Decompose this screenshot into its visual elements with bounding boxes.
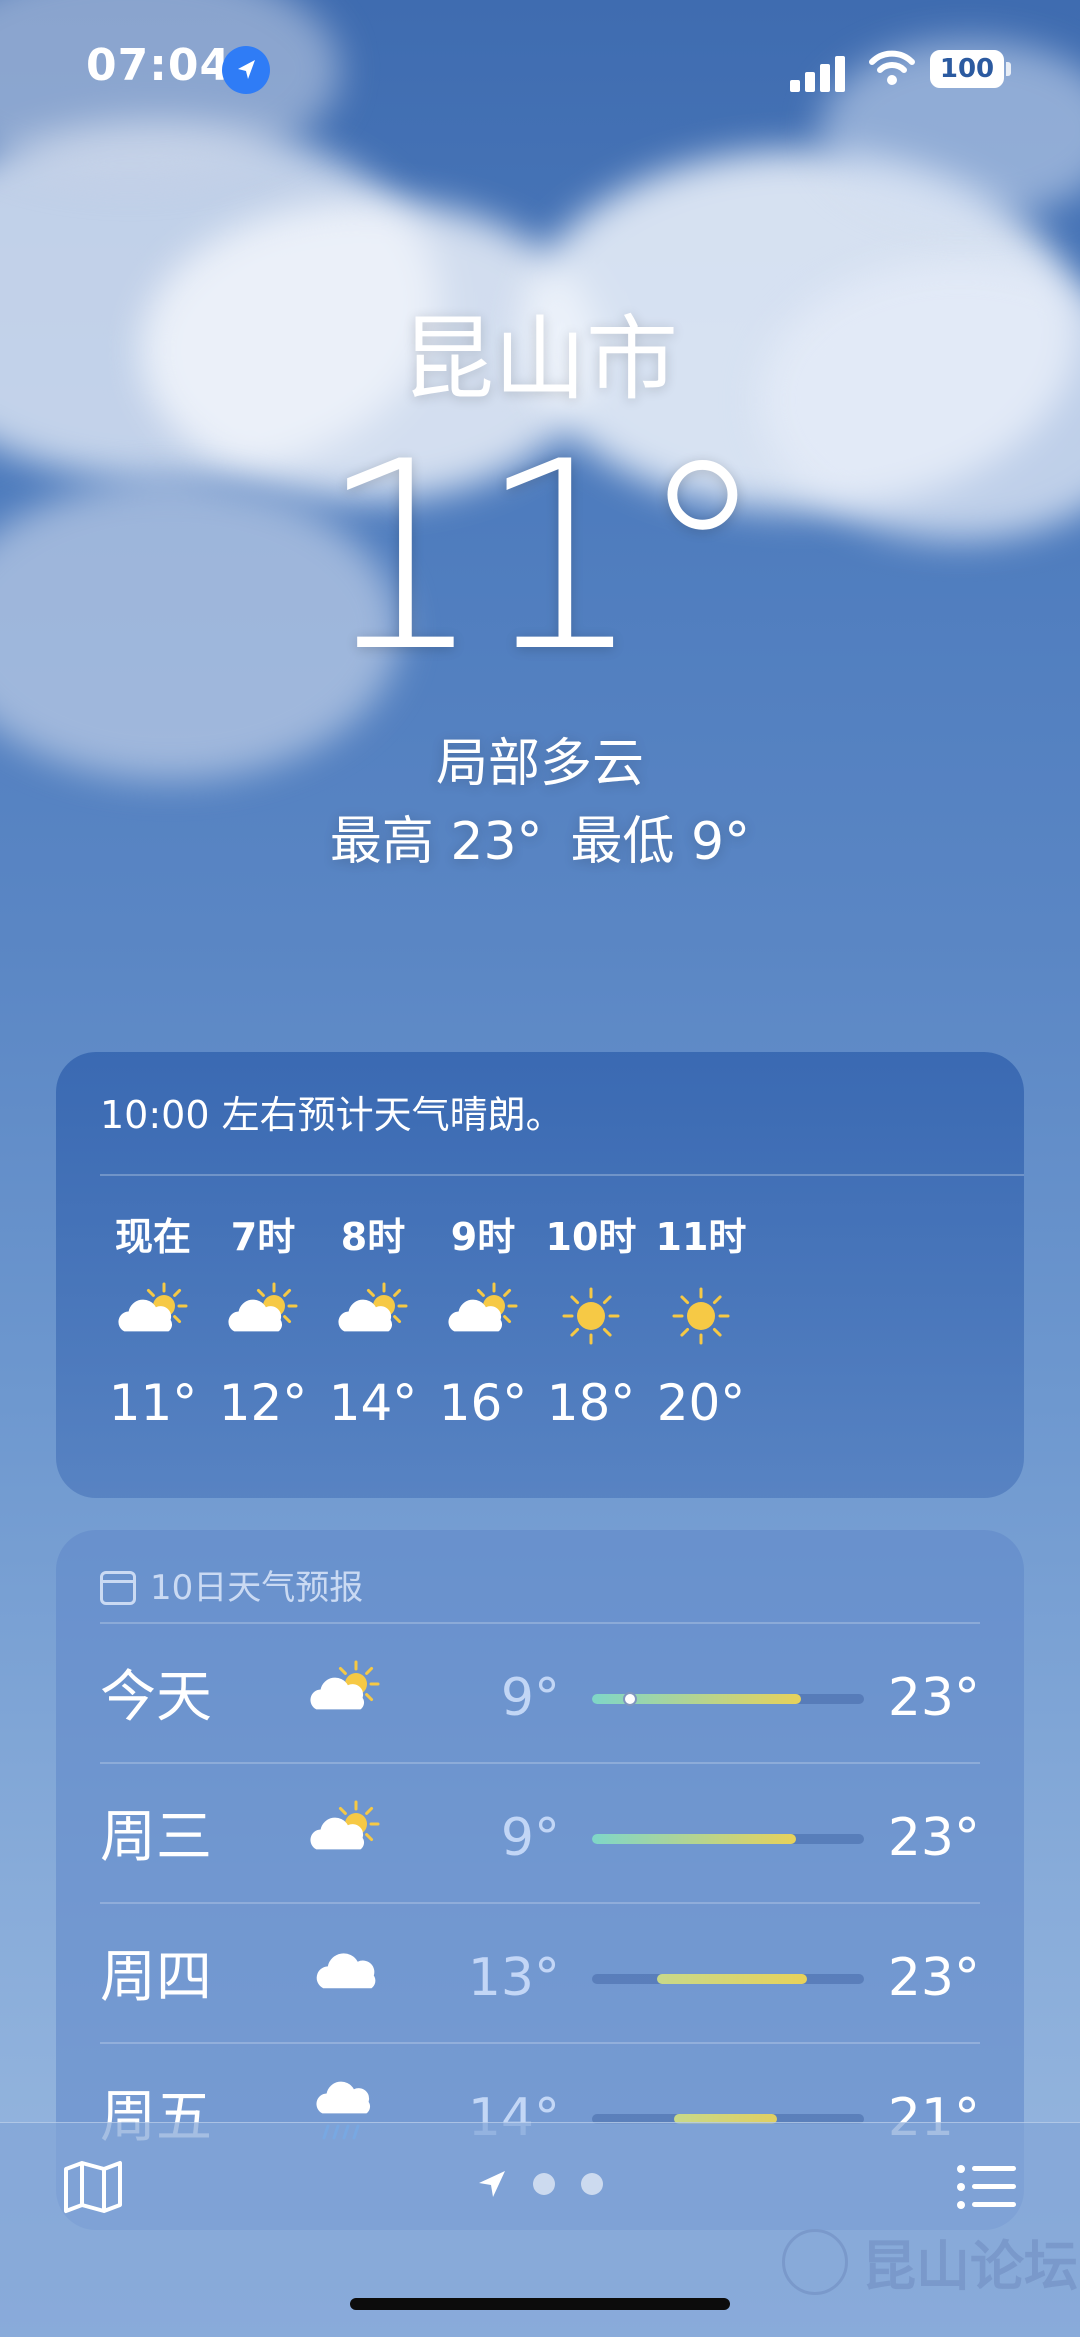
calendar-icon	[100, 1571, 136, 1605]
partly-sunny-icon	[438, 1280, 528, 1350]
forecast-row[interactable]: 周三 9° 23°	[100, 1762, 980, 1902]
partly-sunny-icon	[218, 1280, 308, 1350]
page-dot[interactable]	[581, 2173, 603, 2195]
status-time: 07:04	[86, 40, 232, 91]
watermark: 昆山论坛	[782, 2222, 1078, 2301]
city-list-icon[interactable]	[956, 2163, 1018, 2211]
day-high-temp: 23°	[887, 1668, 980, 1728]
hourly-summary: 10:00 左右预计天气晴朗。	[100, 1093, 564, 1137]
ten-day-title: 10日天气预报	[150, 1568, 364, 1608]
day-high-temp: 23°	[887, 1808, 980, 1868]
low-temp: 最低 9°	[570, 812, 751, 872]
watermark-text: 昆山论坛	[862, 2235, 1078, 2298]
day-high-temp: 23°	[887, 1948, 980, 2008]
hour-item: 11时 20°	[626, 1212, 776, 1436]
temp-range-bar	[592, 1692, 864, 1706]
wifi-icon	[868, 48, 916, 88]
day-low-temp: 9°	[500, 1668, 560, 1728]
temp-range-bar	[592, 1974, 864, 1984]
ten-day-header: 10日天气预报	[100, 1564, 363, 1612]
location-arrow-icon	[222, 46, 270, 94]
weather-condition: 局部多云	[435, 734, 644, 794]
daily-list: 今天 9° 23° 周三 9° 23° 周四 13° 23° 周五 14° 21°	[100, 1622, 980, 2182]
status-bar: 07:04 100	[0, 0, 1080, 140]
sun-icon	[546, 1280, 636, 1350]
cloud-icon	[300, 1938, 390, 2010]
location-arrow-icon	[479, 2171, 505, 2197]
divider	[100, 1174, 1024, 1176]
cellular-signal-icon	[790, 52, 846, 92]
hour-temp: 20°	[656, 1374, 746, 1432]
battery-icon: 100	[930, 50, 1004, 88]
day-name: 今天	[100, 1665, 212, 1730]
forecast-row[interactable]: 今天 9° 23°	[100, 1622, 980, 1762]
day-low-temp: 13°	[467, 1948, 560, 2008]
high-temp: 最高 23°	[329, 812, 543, 872]
day-low-temp: 9°	[500, 1808, 560, 1868]
home-indicator	[350, 2298, 730, 2310]
sun-icon	[656, 1280, 746, 1350]
hourly-forecast-card[interactable]: 10:00 左右预计天气晴朗。 现在 11° 7时 12° 8时 14° 9时 16°…	[56, 1052, 1024, 1498]
temp-range-bar	[592, 1834, 864, 1844]
current-weather: 昆山市 11° 局部多云 最高 23° 最低 9°	[0, 300, 1080, 878]
partly-sunny-icon	[300, 1658, 390, 1730]
hourly-list[interactable]: 现在 11° 7时 12° 8时 14° 9时 16° 10时 18° 11时 …	[56, 1212, 1024, 1482]
hour-label: 11时	[655, 1215, 747, 1259]
forecast-row[interactable]: 周四 13° 23°	[100, 1902, 980, 2042]
map-icon[interactable]	[62, 2159, 124, 2215]
day-name: 周三	[100, 1805, 212, 1870]
partly-sunny-icon	[300, 1798, 390, 1870]
current-temp-dot	[623, 1692, 638, 1706]
battery-tip	[1006, 62, 1011, 76]
partly-sunny-icon	[108, 1280, 198, 1350]
page-indicator[interactable]	[475, 2167, 629, 2201]
city-name: 昆山市	[401, 306, 678, 413]
day-name: 周四	[100, 1945, 212, 2010]
temp-range-fill	[657, 1974, 807, 1984]
forum-logo-icon	[782, 2228, 848, 2295]
current-temperature: 11°	[318, 407, 768, 709]
temp-range-fill	[592, 1834, 796, 1844]
page-dot[interactable]	[533, 2173, 555, 2195]
partly-sunny-icon	[328, 1280, 418, 1350]
high-low: 最高 23° 最低 9°	[0, 806, 1080, 878]
